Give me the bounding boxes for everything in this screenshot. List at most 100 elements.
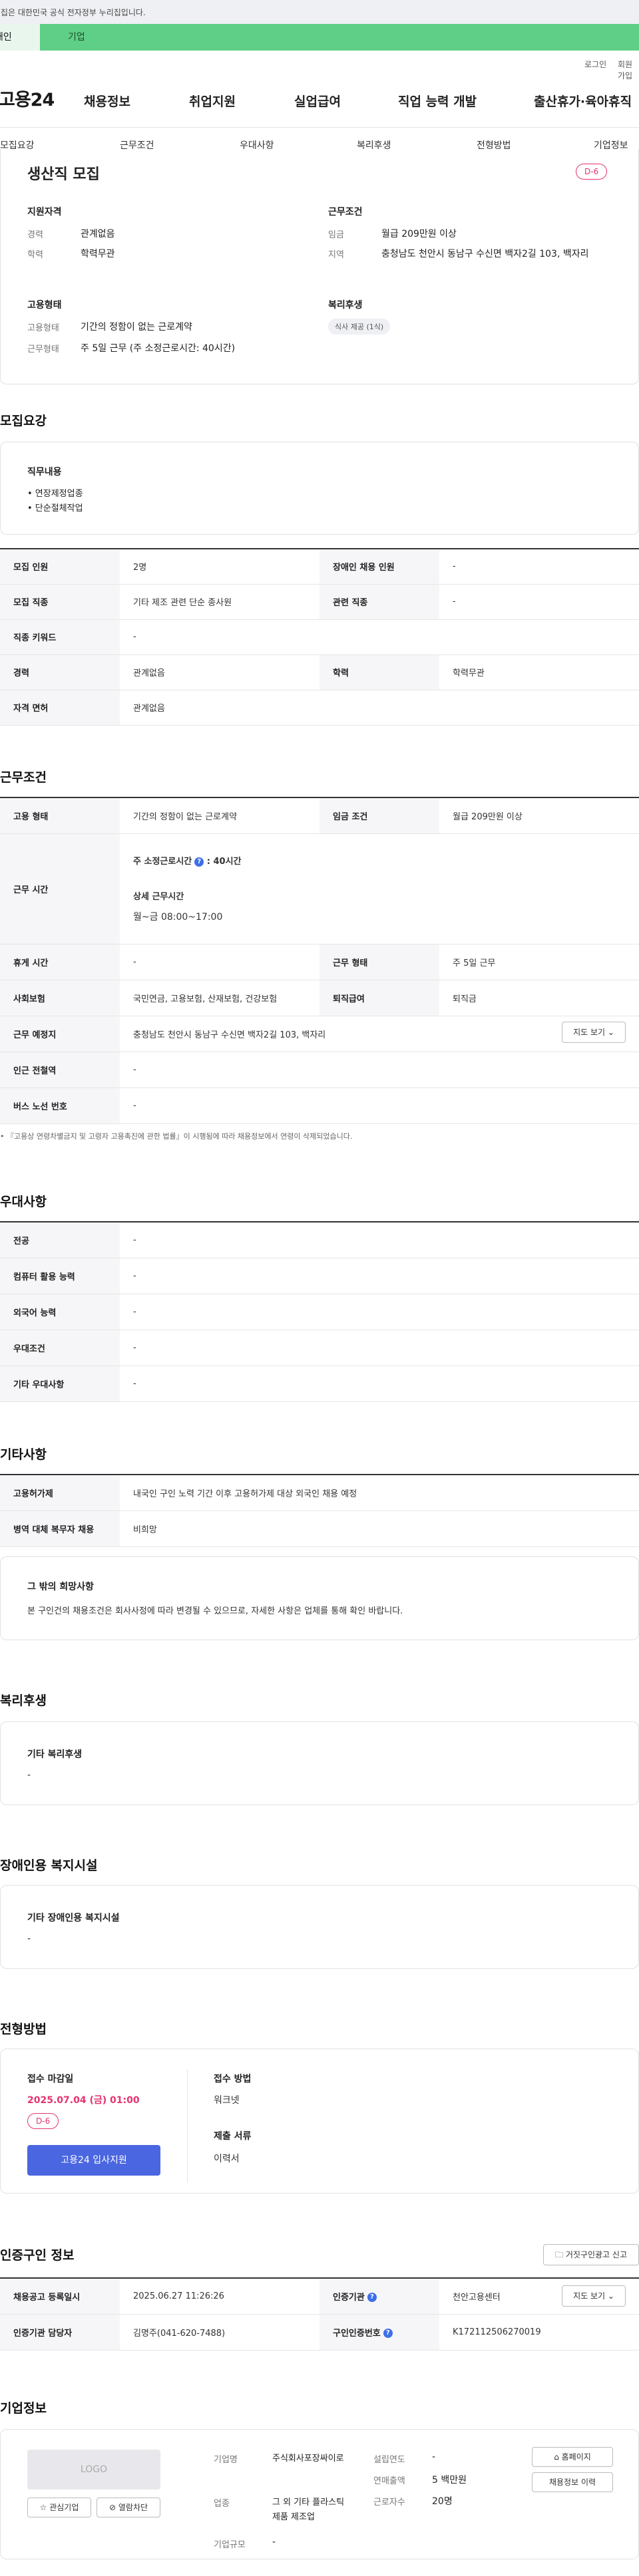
prefer-title: 우대사항 xyxy=(0,1195,47,1209)
wage-label: 임금 xyxy=(328,230,344,240)
cell-header: 컴퓨터 활용 능력 xyxy=(0,1258,120,1294)
homepage-button[interactable]: ⌂ 홈페이지 xyxy=(532,2447,613,2467)
hours-weekly-value: : 40시간 xyxy=(206,857,242,867)
utility-bar: 로그인 회원가입 xyxy=(0,51,639,80)
company-name-value: 주식회사포장싸이로 xyxy=(272,2454,344,2464)
cell-header: 근무 예정지 xyxy=(0,1016,120,1052)
tab-personal[interactable]: 개인 xyxy=(0,24,40,51)
cell-value: - xyxy=(120,1222,639,1258)
welfare-value: - xyxy=(27,1770,31,1781)
job-title: 생산직 모집 xyxy=(27,166,100,183)
size-value: - xyxy=(272,2537,276,2547)
work-form-value: 주 5일 근무 (주 소정근로시간: 40시간) xyxy=(81,343,236,354)
industry-value: 그 외 기타 플라스틱 제품 제조업 xyxy=(272,2498,345,2522)
hours-detail-label: 상세 근무시간 xyxy=(133,892,184,902)
gnb-item-leave[interactable]: 출산휴가·육아휴직 xyxy=(534,92,632,110)
cell-header: 버스 노선 번호 xyxy=(0,1087,120,1124)
cert-map-button[interactable]: 지도 보기 ⌄ xyxy=(562,2285,626,2307)
work-form-label: 근무형태 xyxy=(27,345,59,355)
user-type-tabs: 개인 기업 xyxy=(0,24,639,51)
age-notice: • 『고용상 연령차별금지 및 고령자 고용촉진에 관한 법률』이 시행됨에 따… xyxy=(0,1132,353,1141)
year-label: 설립연도 xyxy=(373,2455,405,2465)
cell-header: 병역 대체 복무자 채용 xyxy=(0,1510,120,1547)
login-link[interactable]: 로그인 xyxy=(584,59,606,70)
sales-value: 5 백만원 xyxy=(432,2475,467,2486)
cell-value: - xyxy=(120,1294,639,1330)
cell-header: 자격 면허 xyxy=(0,690,120,726)
edu-value: 학력무관 xyxy=(81,249,115,259)
cell-value: 관계없음 xyxy=(120,690,639,726)
job-history-button[interactable]: 채용정보 이력 xyxy=(532,2472,613,2492)
tab-business[interactable]: 기업 xyxy=(40,24,120,51)
prefer-table: 전공 - 컴퓨터 활용 능력 - 외국어 능력 - 우대조건 - 기타 우대사항 - xyxy=(0,1221,639,1402)
disability-value: - xyxy=(27,1933,31,1944)
cell-value: - xyxy=(120,619,639,655)
cell-value: K172112506270019 xyxy=(439,2314,639,2351)
info-icon[interactable]: ? xyxy=(194,857,204,867)
cell-header: 학력 xyxy=(320,654,439,690)
cert-agency-header: 인증기관? xyxy=(320,2278,439,2315)
info-icon[interactable]: ? xyxy=(367,2293,377,2303)
size-label: 기업규모 xyxy=(214,2540,246,2550)
deadline-value: 2025.07.04 (금) 01:00 xyxy=(27,2095,140,2106)
cert-table: 채용공고 등록일시 2025.06.27 11:26:26 인증기관? 천안고용… xyxy=(0,2277,639,2351)
region-label: 지역 xyxy=(328,250,344,260)
divider xyxy=(187,2069,188,2182)
cell-value: 학력무관 xyxy=(439,654,639,690)
work-title: 근무조건 xyxy=(0,770,47,785)
cell-value: - xyxy=(120,944,320,980)
etc-table: 고용허가제 내국인 구인 노력 기간 이후 고용허가제 대상 외국인 채용 예정 … xyxy=(0,1474,639,1547)
cell-value: - xyxy=(120,1258,639,1294)
block-view-button[interactable]: ⊘ 열람차단 xyxy=(97,2498,160,2517)
work-table: 고용 형태 기간의 정함이 없는 근로계약 임금 조건 월급 209만원 이상 … xyxy=(0,797,639,1124)
cell-header: 고용 형태 xyxy=(0,797,120,834)
company-name-label: 기업명 xyxy=(214,2455,238,2465)
apply-button[interactable]: 고용24 입사지원 xyxy=(27,2145,160,2176)
chevron-down-icon: ⌄ xyxy=(607,1028,614,1037)
method-value: 워크넷 xyxy=(214,2095,240,2106)
block-icon: ⊘ xyxy=(108,2503,116,2512)
gnb-item-support[interactable]: 취업지원 xyxy=(189,92,236,110)
cell-value: 월급 209만원 이상 xyxy=(439,797,639,834)
cell-value: 관계없음 xyxy=(120,654,320,690)
gnb-item-unemployment[interactable]: 실업급여 xyxy=(294,92,341,110)
cell-header: 채용공고 등록일시 xyxy=(0,2278,120,2315)
cell-header: 경력 xyxy=(0,654,120,690)
sales-label: 연매출액 xyxy=(373,2476,405,2486)
cell-header: 장애인 채용 인원 xyxy=(320,549,439,585)
cell-header: 외국어 능력 xyxy=(0,1294,120,1330)
info-icon[interactable]: ? xyxy=(383,2329,393,2338)
gnb-item-training[interactable]: 직업 능력 개발 xyxy=(398,92,477,110)
cell-value: - xyxy=(439,584,639,620)
cell-header: 인근 전철역 xyxy=(0,1052,120,1088)
cell-value: 2025.06.27 11:26:26 xyxy=(120,2278,320,2315)
cell-header: 근무 시간 xyxy=(0,833,120,944)
interest-company-button[interactable]: ☆ 관심기업 xyxy=(27,2498,91,2517)
emp-heading: 고용형태 xyxy=(27,300,62,311)
cell-value: 국민연금, 고용보험, 산재보험, 건강보험 xyxy=(120,980,320,1016)
cell-value: 비희망 xyxy=(120,1510,639,1547)
cert-title: 인증구인 정보 xyxy=(0,2248,75,2263)
hours-detail-value: 월~금 08:00~17:00 xyxy=(133,912,223,923)
cell-header: 휴게 시간 xyxy=(0,944,120,980)
cell-header: 임금 조건 xyxy=(320,797,439,834)
disability-card: 기타 장애인용 복지시설 - xyxy=(0,1885,639,1969)
welfare-card: 기타 복리후생 - xyxy=(0,1721,639,1805)
dday-badge: D-6 xyxy=(576,164,608,180)
map-view-button[interactable]: 지도 보기 ⌄ xyxy=(562,1022,626,1043)
global-nav: 고용24 채용정보 취업지원 실업급여 직업 능력 개발 출산휴가·육아휴직 xyxy=(0,72,639,128)
emp-type-label: 고용형태 xyxy=(27,323,59,333)
cell-value: 충청남도 천안시 동남구 수신면 백자2길 103, 백자리 xyxy=(120,1016,639,1052)
cell-value: - xyxy=(120,1365,639,1402)
emp-type-value: 기간의 정함이 없는 근로계약 xyxy=(81,322,192,333)
industry-label: 업종 xyxy=(214,2499,230,2509)
cell-value: - xyxy=(439,549,639,585)
company-card: LOGO ☆ 관심기업 ⊘ 열람차단 기업명 주식회사포장싸이로 업종 그 외 … xyxy=(0,2429,639,2559)
gnb-item-jobs[interactable]: 채용정보 xyxy=(84,92,130,110)
extra-card: 그 밖의 희망사항 본 구인건의 채용조건은 회사사정에 따라 변경될 수 있으… xyxy=(0,1556,639,1640)
cell-header: 직종 키워드 xyxy=(0,619,120,655)
duty-item: • 단순절체작업 xyxy=(27,503,83,513)
welfare-title: 복리후생 xyxy=(0,1693,47,1708)
report-fake-ad-button[interactable]: 🗀 거짓구인광고 신고 xyxy=(543,2244,639,2265)
site-logo[interactable]: 고용24 xyxy=(0,85,55,111)
